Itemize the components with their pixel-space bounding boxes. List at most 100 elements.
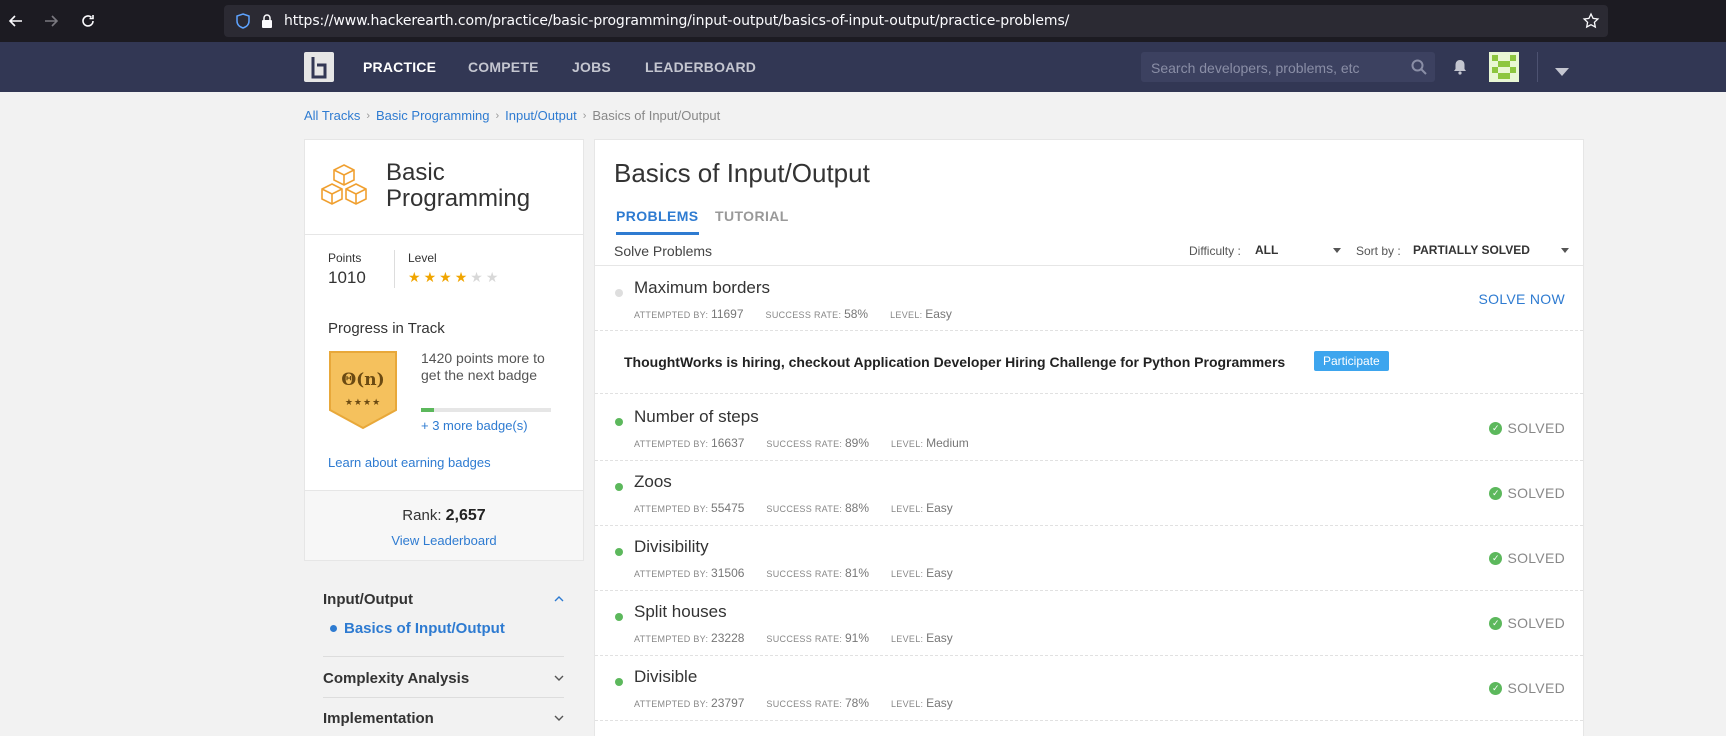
difficulty-value: ALL bbox=[1255, 243, 1279, 257]
problem-meta: ATTEMPTED BY: 31506 SUCCESS RATE: 81% LEVE… bbox=[634, 566, 953, 580]
points-divider bbox=[394, 250, 395, 288]
section-implementation[interactable]: Implementation bbox=[323, 710, 564, 727]
problem-meta: ATTEMPTED BY: 23228 SUCCESS RATE: 91% LEVE… bbox=[634, 631, 953, 645]
attempted-by: ATTEMPTED BY: 31506 bbox=[634, 566, 745, 580]
back-arrow-icon[interactable] bbox=[4, 9, 28, 33]
tab-tutorial[interactable]: TUTORIAL bbox=[715, 208, 789, 232]
reload-icon[interactable] bbox=[76, 9, 100, 33]
nav-jobs[interactable]: JOBS bbox=[572, 59, 611, 75]
page-title: Basics of Input/Output bbox=[614, 158, 870, 188]
rank-value: 2,657 bbox=[445, 507, 486, 524]
hackerearth-logo[interactable] bbox=[304, 52, 334, 82]
level-stars: ★ ★ ★ ★ ★ ★ bbox=[408, 269, 498, 286]
promo-text: ThoughtWorks is hiring, checkout Applica… bbox=[624, 354, 1286, 370]
section-divider bbox=[323, 656, 564, 657]
difficulty-level-value: Easy bbox=[926, 696, 953, 710]
more-badges-link[interactable]: + 3 more badge(s) bbox=[421, 418, 528, 433]
check-circle-icon: ✓ bbox=[1489, 486, 1503, 500]
problem-name[interactable]: Split houses bbox=[634, 602, 727, 622]
avatar[interactable] bbox=[1489, 52, 1519, 82]
success-rate: SUCCESS RATE: 89% bbox=[766, 436, 869, 450]
badge-symbol: Θ(n) bbox=[341, 370, 385, 390]
solved-label: SOLVED bbox=[1507, 680, 1565, 696]
address-bar[interactable]: https://www.hackerearth.com/practice/bas… bbox=[224, 5, 1608, 37]
bell-icon[interactable] bbox=[1453, 59, 1467, 80]
solved-label: SOLVED bbox=[1507, 485, 1565, 501]
success-rate: SUCCESS RATE: 88% bbox=[766, 501, 869, 515]
chevron-down-icon[interactable] bbox=[1555, 63, 1569, 81]
problem-row[interactable]: Divisibility ATTEMPTED BY: 31506 SUCCESS R… bbox=[595, 526, 1583, 591]
filter-row: Solve Problems Difficulty : ALL Sort by … bbox=[595, 235, 1583, 266]
status-dot bbox=[615, 418, 623, 426]
star-filled-icon: ★ bbox=[454, 269, 468, 285]
problem-row[interactable]: Split houses ATTEMPTED BY: 23228 SUCCESS R… bbox=[595, 591, 1583, 656]
chevron-down-icon[interactable] bbox=[554, 710, 564, 724]
problem-meta: ATTEMPTED BY: 11697 SUCCESS RATE: 58% LEVE… bbox=[634, 307, 952, 321]
browser-toolbar: https://www.hackerearth.com/practice/bas… bbox=[0, 0, 1726, 42]
solved-badge: ✓ SOLVED bbox=[1489, 550, 1565, 566]
track-card: Basic Programming Points 1010 Level ★ ★ ★ ★… bbox=[304, 139, 584, 561]
breadcrumb-all-tracks[interactable]: All Tracks bbox=[304, 108, 360, 123]
bookmark-star-icon[interactable] bbox=[1582, 12, 1600, 30]
section-item-basics[interactable]: Basics of Input/Output bbox=[330, 620, 505, 637]
star-filled-icon: ★ bbox=[408, 269, 421, 285]
chevron-down-icon[interactable] bbox=[554, 670, 564, 684]
nav-practice[interactable]: PRACTICE bbox=[363, 59, 436, 75]
points-value: 1010 bbox=[328, 268, 366, 287]
problem-row[interactable]: Number of steps ATTEMPTED BY: 16637 SUCCES… bbox=[595, 396, 1583, 461]
attempted-by: ATTEMPTED BY: 55475 bbox=[634, 501, 745, 515]
attempted-by-value: 11697 bbox=[711, 307, 744, 321]
success-rate-value: 81% bbox=[844, 566, 869, 580]
participate-button[interactable]: Participate bbox=[1314, 351, 1389, 371]
badge-progress-bar bbox=[421, 408, 551, 412]
forward-arrow-icon[interactable] bbox=[39, 9, 63, 33]
problem-name[interactable]: Divisible bbox=[634, 667, 697, 687]
nav-leaderboard[interactable]: LEADERBOARD bbox=[645, 59, 756, 75]
problem-name[interactable]: Zoos bbox=[634, 472, 672, 492]
nav-compete[interactable]: COMPETE bbox=[468, 59, 539, 75]
problem-meta: ATTEMPTED BY: 16637 SUCCESS RATE: 89% LEVE… bbox=[634, 436, 969, 450]
success-rate-value: 88% bbox=[844, 501, 869, 515]
success-rate: SUCCESS RATE: 58% bbox=[765, 307, 869, 321]
breadcrumb-input-output[interactable]: Input/Output bbox=[505, 108, 577, 123]
success-rate-value: 78% bbox=[844, 696, 869, 710]
star-empty-icon: ★ bbox=[470, 269, 483, 285]
progress-title: Progress in Track bbox=[328, 320, 445, 337]
view-leaderboard-link[interactable]: View Leaderboard bbox=[305, 533, 583, 548]
search-input[interactable]: Search developers, problems, etc bbox=[1141, 52, 1435, 82]
breadcrumb-separator-icon: › bbox=[366, 109, 371, 122]
breadcrumb-separator-icon: › bbox=[495, 109, 500, 122]
attempted-by-value: 55475 bbox=[711, 501, 745, 515]
status-dot bbox=[615, 483, 623, 491]
problem-name[interactable]: Maximum borders bbox=[634, 278, 770, 298]
breadcrumb-basic-programming[interactable]: Basic Programming bbox=[376, 108, 489, 123]
check-circle-icon: ✓ bbox=[1489, 616, 1503, 630]
attempted-by-value: 23797 bbox=[711, 696, 745, 710]
solved-badge: ✓ SOLVED bbox=[1489, 485, 1565, 501]
search-icon[interactable] bbox=[1411, 59, 1427, 80]
chevron-up-icon[interactable] bbox=[554, 591, 564, 605]
star-empty-icon: ★ bbox=[485, 269, 499, 285]
section-item-label: Basics of Input/Output bbox=[344, 620, 505, 637]
solve-now-button[interactable]: SOLVE NOW bbox=[1479, 291, 1565, 307]
caret-down-icon bbox=[1333, 248, 1341, 253]
badge-stars: ★★★★ bbox=[344, 397, 382, 407]
points-label: Points bbox=[328, 251, 362, 265]
search-placeholder: Search developers, problems, etc bbox=[1151, 60, 1360, 76]
learn-badges-link[interactable]: Learn about earning badges bbox=[328, 455, 491, 470]
difficulty-level-value: Easy bbox=[926, 566, 953, 580]
tab-problems[interactable]: PROBLEMS bbox=[616, 208, 699, 235]
problem-name[interactable]: Divisibility bbox=[634, 537, 709, 557]
section-input-output[interactable]: Input/Output bbox=[323, 591, 564, 608]
problem-row[interactable]: Maximum borders ATTEMPTED BY: 11697 SUCCES… bbox=[595, 267, 1583, 331]
badge-progress-text: 1420 points more to get the next badge bbox=[421, 350, 545, 383]
status-dot bbox=[615, 289, 623, 297]
lock-icon bbox=[258, 12, 276, 30]
problem-name[interactable]: Number of steps bbox=[634, 407, 759, 427]
problem-row[interactable]: Zoos ATTEMPTED BY: 55475 SUCCESS RATE: 88%… bbox=[595, 461, 1583, 526]
badge-progress-fill bbox=[421, 408, 434, 412]
problem-row[interactable]: Divisible ATTEMPTED BY: 23797 SUCCESS RATE… bbox=[595, 656, 1583, 721]
breadcrumb: All Tracks › Basic Programming › Input/O… bbox=[304, 108, 720, 123]
section-complexity[interactable]: Complexity Analysis bbox=[323, 670, 564, 687]
attempted-by: ATTEMPTED BY: 23228 bbox=[634, 631, 745, 645]
